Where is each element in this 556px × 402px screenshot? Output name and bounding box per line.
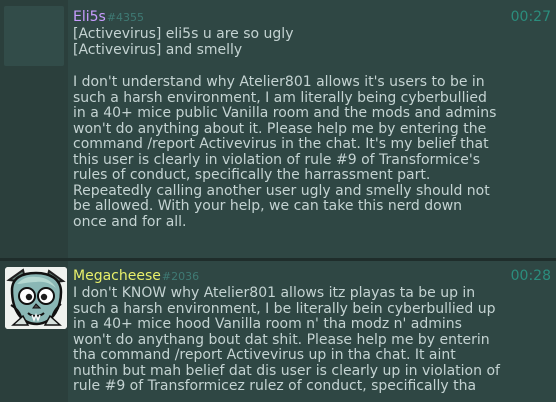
forum-thread: Eli5s#4355 00:27 [Activevirus] eli5s u a… <box>0 0 556 402</box>
avatar-column <box>0 261 68 402</box>
cartoon-mouse-avatar-icon <box>5 267 67 329</box>
quoted-message: [Activevirus] eli5s u are so ugly <box>73 26 294 42</box>
user-id: #2036 <box>161 270 200 283</box>
post-body: I don't understand why Atelier801 allows… <box>73 74 497 230</box>
user-id: #4355 <box>106 11 145 24</box>
post-content: Megacheese#2036 00:28 I don't KNOW why A… <box>73 268 553 395</box>
author-name[interactable]: Eli5s <box>73 9 106 25</box>
post-header: Megacheese#2036 00:28 <box>73 268 553 286</box>
post-header: Eli5s#4355 00:27 <box>73 9 553 27</box>
quoted-message: [Activevirus] and smelly <box>73 41 243 58</box>
post-body: I don't KNOW why Atelier801 allows itz p… <box>73 285 500 394</box>
avatar[interactable] <box>4 6 64 66</box>
author-name[interactable]: Megacheese <box>73 268 161 284</box>
post-content: Eli5s#4355 00:27 [Activevirus] eli5s u a… <box>73 9 553 230</box>
post-time: 00:28 <box>510 268 551 284</box>
cartoon-mouse-avatar-icon[interactable] <box>5 267 67 329</box>
forum-post: Megacheese#2036 00:28 I don't KNOW why A… <box>0 261 556 402</box>
forum-post: Eli5s#4355 00:27 [Activevirus] eli5s u a… <box>0 0 556 258</box>
post-time: 00:27 <box>510 9 551 25</box>
avatar-column <box>0 0 68 258</box>
